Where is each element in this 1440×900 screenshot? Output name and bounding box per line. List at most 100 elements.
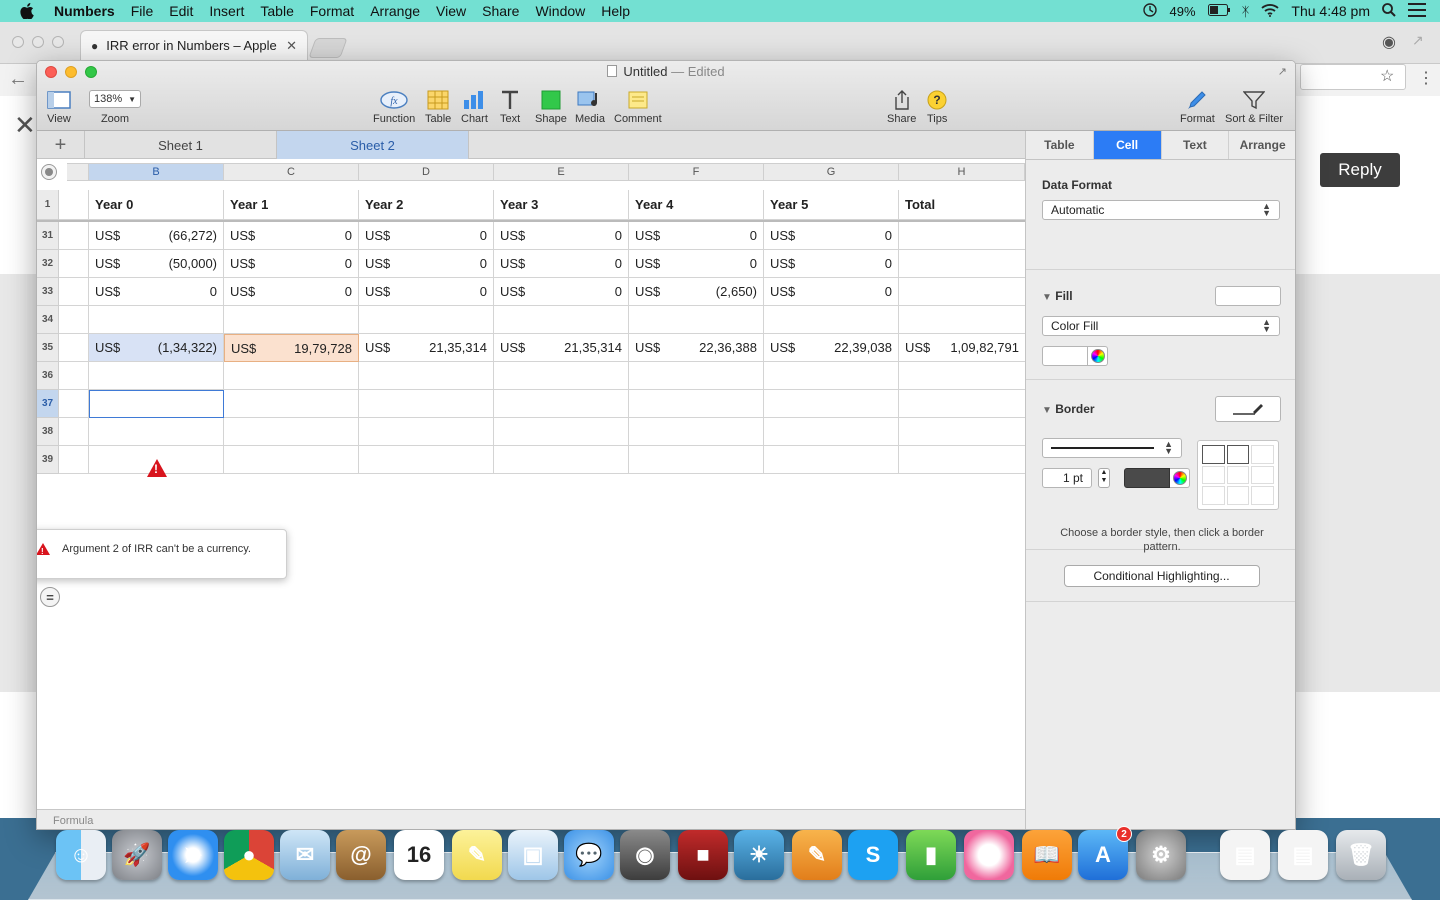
cell-g[interactable] [764,446,899,474]
fullscreen-icon[interactable]: ↗ [1278,65,1287,78]
menu-help[interactable]: Help [593,3,638,19]
cell-a[interactable] [59,250,89,278]
cell-h[interactable] [899,390,1025,418]
menu-arrange[interactable]: Arrange [362,3,428,19]
bookmark-star-icon[interactable]: ☆ [1380,66,1394,86]
cell-g[interactable] [764,418,899,446]
cell-e[interactable]: US$ 0 [494,222,629,250]
cell-e[interactable]: US$ 0 [494,250,629,278]
zoom-control[interactable]: 138% ▼ Zoom [89,87,141,125]
cell-e[interactable] [494,362,629,390]
row-number[interactable]: 35 [37,334,59,362]
cell-h[interactable] [899,250,1025,278]
table-button[interactable]: Table [425,87,451,125]
row-number[interactable]: 37 [37,390,59,418]
cell-b[interactable] [89,390,224,418]
photo-booth-icon[interactable]: ■ [678,830,728,880]
cell-a[interactable] [59,222,89,250]
row-number[interactable]: 33 [37,278,59,306]
shape-button[interactable]: Shape [535,87,567,125]
cell-c[interactable] [224,446,359,474]
zoom-select[interactable]: 138% ▼ [89,90,141,108]
row-number[interactable]: 38 [37,418,59,446]
cell-d[interactable]: US$ 21,35,314 [359,334,494,362]
cell-b[interactable] [89,418,224,446]
cell-e[interactable] [494,306,629,334]
pages-icon[interactable]: ✎ [792,830,842,880]
chart-button[interactable]: Chart [461,87,488,125]
menu-file[interactable]: File [123,3,162,19]
cell-e[interactable]: US$ 0 [494,278,629,306]
column-header-a[interactable] [67,163,89,181]
cell-e[interactable] [494,446,629,474]
border-color-well[interactable] [1124,468,1170,488]
iphoto-icon[interactable]: ☀ [734,830,784,880]
chrome-icon[interactable]: ● [224,830,274,880]
column-header-c[interactable]: C [224,163,359,181]
row-number[interactable]: 39 [37,446,59,474]
row-number[interactable]: 34 [37,306,59,334]
cell-d[interactable] [359,418,494,446]
border-width-stepper[interactable]: ▲ ▼ [1098,468,1110,488]
border-right-icon[interactable] [1251,465,1274,485]
browser-menu-icon[interactable]: ⋮ [1418,68,1434,88]
finder-icon[interactable]: ☺ [56,830,106,880]
cell-d[interactable] [359,306,494,334]
cell-f[interactable]: US$ 22,36,388 [629,334,764,362]
browser-minimize-dot[interactable] [32,36,44,48]
cell-d[interactable]: US$ 0 [359,222,494,250]
battery-icon[interactable] [1207,3,1230,19]
fill-color-swatch[interactable] [1215,286,1281,306]
data-format-select[interactable]: Automatic ▲ ▼ [1042,200,1280,220]
border-inner-horizontal-icon[interactable] [1226,465,1250,485]
border-top-icon[interactable] [1202,486,1225,505]
new-tab-button[interactable] [308,38,348,58]
cell-d[interactable] [359,446,494,474]
cell-g[interactable] [764,390,899,418]
fill-type-select[interactable]: Color Fill ▲ ▼ [1042,316,1280,336]
border-outer-icon[interactable] [1226,445,1250,464]
fill-color-wheel-button[interactable] [1088,346,1108,366]
column-header-g[interactable]: G [764,163,899,181]
cell-a[interactable] [59,306,89,334]
menu-table[interactable]: Table [252,3,301,19]
cell-a[interactable] [59,334,89,362]
menu-view[interactable]: View [428,3,474,19]
cell-c[interactable] [224,306,359,334]
cell-h[interactable] [899,306,1025,334]
notes-icon[interactable]: ✎ [452,830,502,880]
cell-b[interactable] [89,306,224,334]
cell-f[interactable]: US$ 0 [629,222,764,250]
document-stack-icon[interactable]: ▤ [1278,830,1328,880]
app-store-icon[interactable]: A2 [1078,826,1132,880]
cell-g[interactable] [764,362,899,390]
cell-b[interactable]: US$ 0 [89,278,224,306]
column-header-d[interactable]: D [359,163,494,181]
time-machine-icon[interactable] [1142,2,1158,21]
cell-f[interactable] [629,362,764,390]
numbers-icon[interactable]: ▮ [906,830,956,880]
messages-icon[interactable]: 💬 [564,830,614,880]
column-header-b[interactable]: B [89,163,224,181]
column-header-e[interactable]: E [494,163,629,181]
cell-c[interactable]: US$ 19,79,728 [224,334,359,362]
menu-window[interactable]: Window [527,3,593,19]
border-bottom-icon[interactable] [1251,486,1274,505]
cell-c[interactable]: US$ 0 [224,222,359,250]
share-button[interactable]: Share [887,87,916,125]
comment-button[interactable]: Comment [614,87,662,125]
cell-d[interactable]: US$ 0 [359,278,494,306]
table-select-handle[interactable] [41,164,57,180]
header-year-5[interactable]: Year 5 [764,190,899,220]
column-header-h[interactable]: H [899,163,1025,181]
document-stack-icon[interactable]: ▤ [1220,830,1270,880]
bluetooth-icon[interactable]: ᛡ [1242,4,1250,19]
conditional-highlighting-button[interactable]: Conditional Highlighting... [1063,565,1260,587]
profile-icon[interactable]: ◉ [1382,32,1396,52]
notification-center-icon[interactable] [1408,2,1426,20]
cell-e[interactable]: US$ 21,35,314 [494,334,629,362]
cell-h[interactable] [899,446,1025,474]
cell-a[interactable] [59,418,89,446]
preview-icon[interactable]: ▣ [508,830,558,880]
media-button[interactable]: Media [575,87,605,125]
